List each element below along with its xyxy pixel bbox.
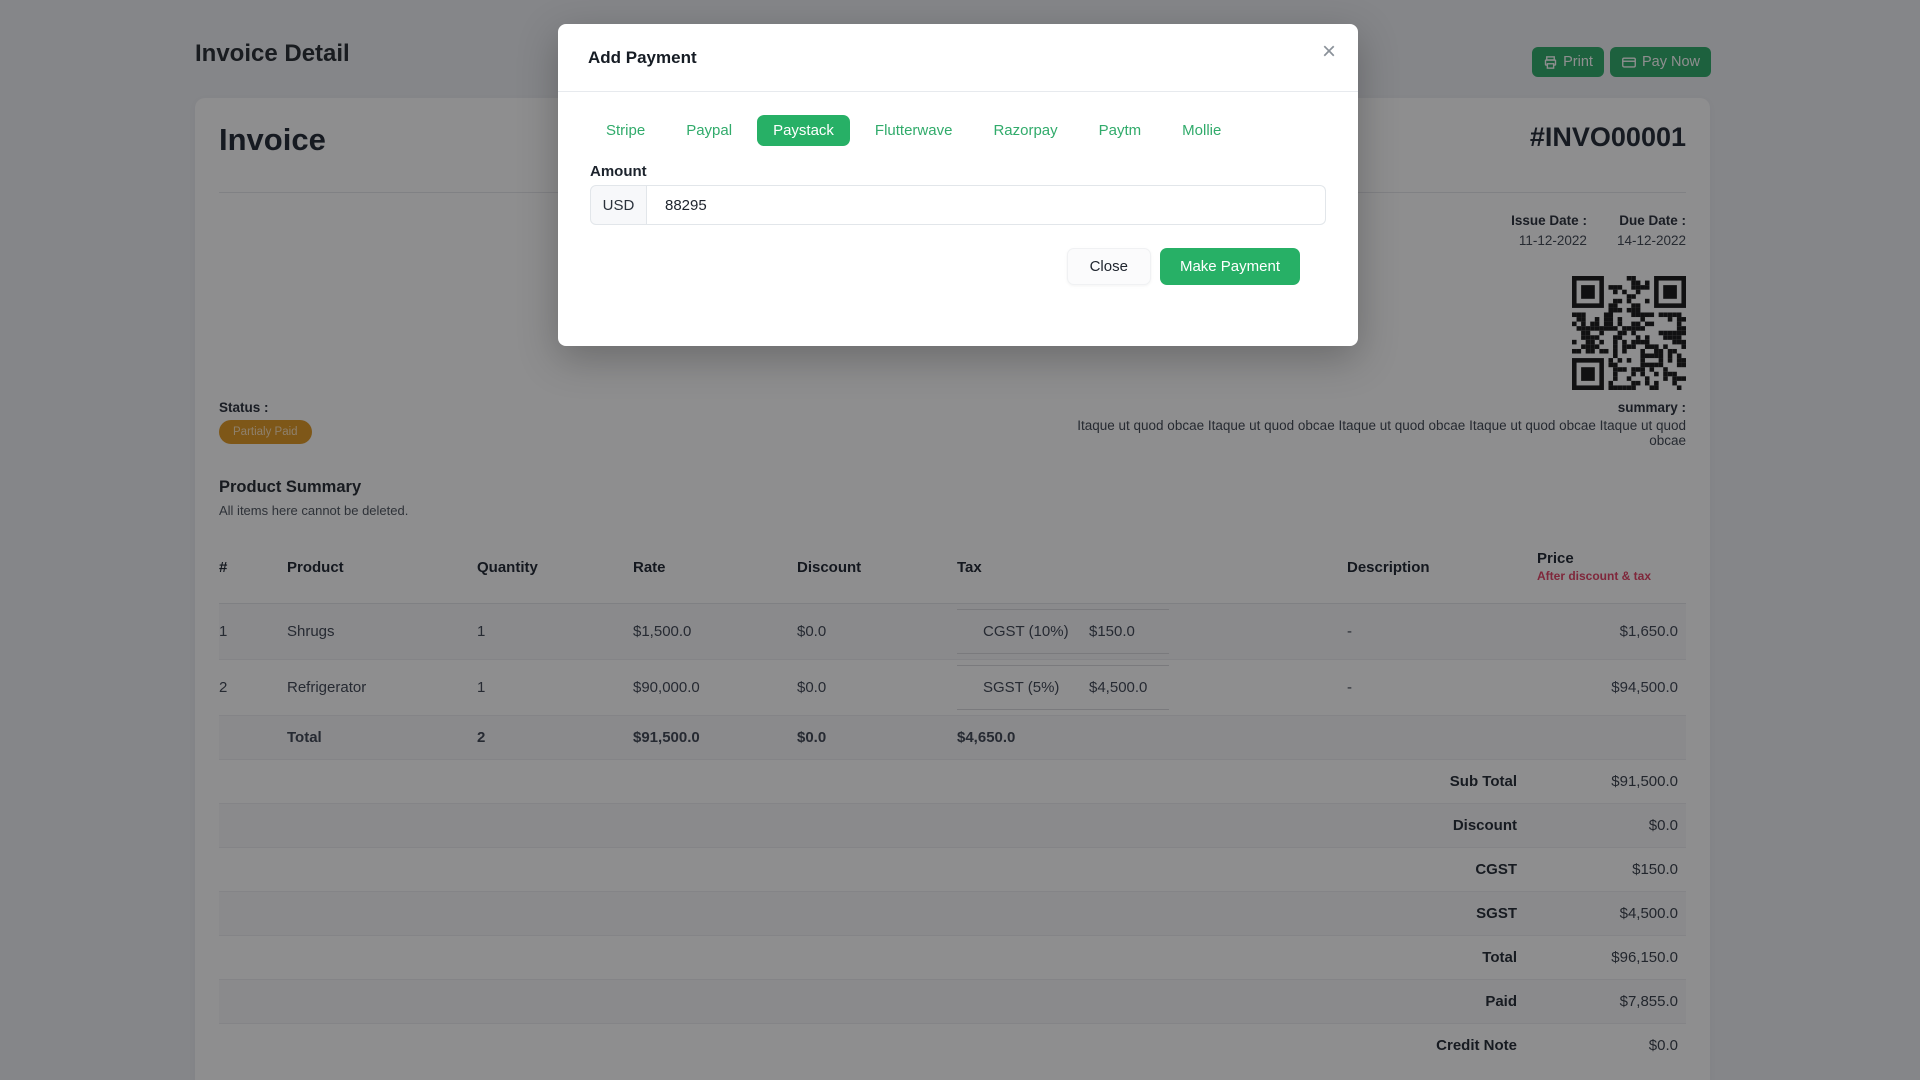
tab-stripe[interactable]: Stripe (590, 115, 661, 146)
modal-body: Stripe Paypal Paystack Flutterwave Razor… (558, 92, 1358, 285)
amount-input[interactable] (647, 185, 1326, 225)
modal-actions: Close Make Payment (590, 225, 1326, 285)
tab-paypal[interactable]: Paypal (670, 115, 748, 146)
tab-paystack[interactable]: Paystack (757, 115, 850, 146)
make-payment-button[interactable]: Make Payment (1160, 248, 1300, 285)
modal-title: Add Payment (588, 48, 697, 68)
close-icon[interactable]: × (1322, 40, 1336, 64)
tab-razorpay[interactable]: Razorpay (977, 115, 1073, 146)
amount-label: Amount (590, 163, 1326, 180)
tab-flutterwave[interactable]: Flutterwave (859, 115, 969, 146)
amount-input-group: USD (590, 185, 1326, 225)
add-payment-modal: Add Payment × Stripe Paypal Paystack Flu… (558, 24, 1358, 346)
modal-header: Add Payment × (558, 24, 1358, 92)
payment-method-tabs: Stripe Paypal Paystack Flutterwave Razor… (590, 115, 1326, 146)
tab-paytm[interactable]: Paytm (1083, 115, 1158, 146)
invoice-detail-page: Invoice Detail Print Pay Now Invoice #IN… (0, 0, 1920, 1080)
currency-prefix: USD (590, 185, 647, 225)
tab-mollie[interactable]: Mollie (1166, 115, 1237, 146)
close-button[interactable]: Close (1067, 248, 1151, 285)
